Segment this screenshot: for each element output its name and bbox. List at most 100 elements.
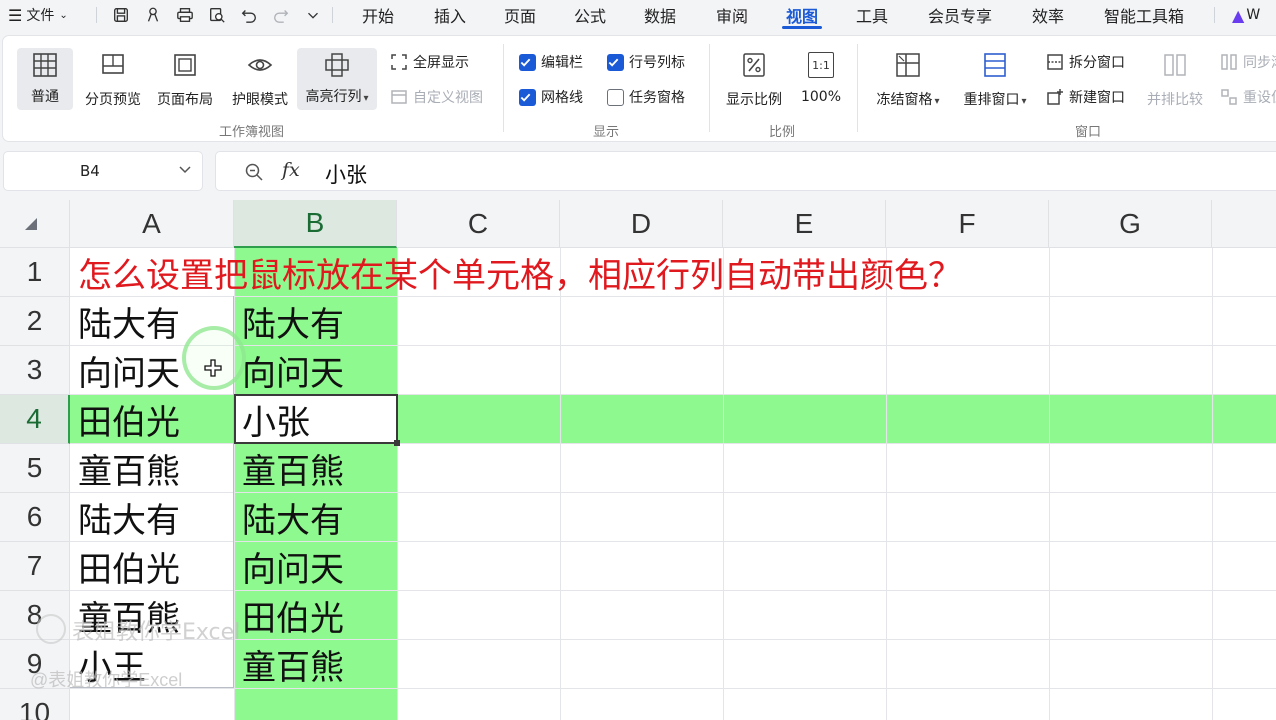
name-box[interactable]: B4 bbox=[3, 151, 203, 191]
menu-bar: ☰ 文件 ⌄ 开始 插入 页面 公式 数据 审阅 视图 工具 会员专享 效率 智… bbox=[0, 0, 1276, 30]
cell-b5[interactable]: 童百熊 bbox=[234, 444, 397, 492]
spreadsheet-grid[interactable]: A B C D E F G 1 2 3 4 5 6 7 8 9 10 怎么设置把… bbox=[0, 200, 1276, 720]
gridlines-label: 网格线 bbox=[541, 90, 583, 106]
tab-tools[interactable]: 工具 bbox=[846, 3, 898, 27]
split-window-button[interactable]: 拆分窗口 bbox=[1045, 52, 1125, 72]
highlight-row-col-button[interactable]: 高亮行列 ▾ bbox=[297, 48, 377, 110]
zoom-ratio-button[interactable]: 显示比例 bbox=[721, 48, 787, 109]
wps-ai-button[interactable]: ▲ W bbox=[1232, 0, 1260, 30]
new-window-label: 新建窗口 bbox=[1069, 90, 1125, 106]
tab-review[interactable]: 审阅 bbox=[706, 3, 758, 27]
select-all-corner[interactable] bbox=[0, 200, 70, 248]
eye-protection-button[interactable]: 护眼模式 bbox=[227, 48, 293, 109]
one-to-one-icon: 1:1 bbox=[804, 48, 838, 82]
new-window-button[interactable]: 新建窗口 bbox=[1045, 87, 1125, 107]
task-pane-checkbox[interactable]: 任务窗格 bbox=[607, 87, 685, 107]
freeze-panes-icon bbox=[891, 48, 925, 82]
watermark-handle: @表姐教你学Excel bbox=[30, 670, 183, 690]
print-icon[interactable] bbox=[174, 4, 196, 26]
page-layout-button[interactable]: 页面布局 bbox=[153, 48, 217, 109]
freeze-panes-button[interactable]: 冻结窗格 ▾ bbox=[869, 48, 947, 109]
reset-position-button[interactable]: 重设位 bbox=[1219, 87, 1276, 107]
cell-b3[interactable]: 向问天 bbox=[234, 346, 397, 394]
column-header-g[interactable]: G bbox=[1049, 200, 1212, 248]
zoom-100-button[interactable]: 1:1 100% bbox=[793, 48, 849, 105]
checkbox-checked-icon bbox=[519, 53, 536, 71]
link-icon[interactable] bbox=[142, 4, 164, 26]
cell-b4[interactable]: 小张 bbox=[234, 395, 397, 443]
zoom-ratio-label: 显示比例 bbox=[726, 92, 782, 108]
row-header-2[interactable]: 2 bbox=[0, 297, 70, 346]
column-header-f[interactable]: F bbox=[886, 200, 1049, 248]
eye-icon bbox=[243, 48, 277, 82]
zoom-out-icon[interactable] bbox=[244, 162, 264, 182]
tab-formula[interactable]: 公式 bbox=[564, 3, 616, 27]
normal-view-label: 普通 bbox=[31, 89, 59, 105]
rearrange-icon bbox=[978, 48, 1012, 82]
column-header-b[interactable]: B bbox=[234, 200, 397, 248]
cell-b8[interactable]: 田伯光 bbox=[234, 591, 397, 639]
fullscreen-button[interactable]: 全屏显示 bbox=[389, 52, 469, 72]
cell-a7[interactable]: 田伯光 bbox=[70, 542, 234, 590]
cell-a4[interactable]: 田伯光 bbox=[70, 395, 234, 443]
page-layout-label: 页面布局 bbox=[157, 92, 213, 108]
row-header-3[interactable]: 3 bbox=[0, 346, 70, 395]
chevron-down-icon[interactable] bbox=[302, 4, 324, 26]
tab-efficiency[interactable]: 效率 bbox=[1022, 3, 1074, 27]
column-header-a[interactable]: A bbox=[70, 200, 234, 248]
row-col-headers-checkbox[interactable]: 行号列标 bbox=[607, 52, 685, 72]
column-header-h[interactable] bbox=[1212, 200, 1276, 248]
task-pane-label: 任务窗格 bbox=[629, 90, 685, 106]
tab-smart-toolbox[interactable]: 智能工具箱 bbox=[1094, 3, 1194, 27]
row-col-headers-label: 行号列标 bbox=[629, 55, 685, 71]
row-header-6[interactable]: 6 bbox=[0, 493, 70, 542]
custom-view-button[interactable]: 自定义视图 bbox=[389, 87, 483, 107]
row-header-1[interactable]: 1 bbox=[0, 248, 70, 297]
tab-view[interactable]: 视图 bbox=[776, 3, 828, 29]
cell-b9[interactable]: 童百熊 bbox=[234, 640, 397, 688]
hamburger-icon: ☰ bbox=[8, 5, 23, 25]
cell-a1-title[interactable]: 怎么设置把鼠标放在某个单元格，相应行列自动带出颜色？ bbox=[78, 248, 962, 296]
split-window-label: 拆分窗口 bbox=[1069, 55, 1125, 71]
column-header-e[interactable]: E bbox=[723, 200, 886, 248]
normal-view-button[interactable]: 普通 bbox=[17, 48, 73, 110]
gridlines-checkbox[interactable]: 网格线 bbox=[519, 87, 583, 107]
tab-insert[interactable]: 插入 bbox=[424, 3, 476, 27]
cell-a5[interactable]: 童百熊 bbox=[70, 444, 234, 492]
cell-b2[interactable]: 陆大有 bbox=[234, 297, 397, 345]
undo-icon[interactable] bbox=[238, 4, 260, 26]
sync-scroll-label: 同步滚 bbox=[1243, 55, 1276, 71]
page-break-preview-button[interactable]: 分页预览 bbox=[79, 48, 147, 109]
formula-bar[interactable]: fx 小张 bbox=[215, 151, 1276, 191]
tab-data[interactable]: 数据 bbox=[634, 3, 686, 27]
redo-icon[interactable] bbox=[270, 4, 292, 26]
row-header-10[interactable]: 10 bbox=[0, 689, 70, 720]
rearrange-label: 重排窗口 bbox=[963, 92, 1020, 108]
chevron-down-icon[interactable] bbox=[178, 162, 192, 176]
tab-page[interactable]: 页面 bbox=[494, 3, 546, 27]
rearrange-windows-button[interactable]: 重排窗口 ▾ bbox=[955, 48, 1035, 109]
file-menu[interactable]: ☰ 文件 ⌄ bbox=[8, 0, 68, 30]
sync-scroll-button[interactable]: 同步滚 bbox=[1219, 52, 1276, 72]
row-header-5[interactable]: 5 bbox=[0, 444, 70, 493]
column-header-d[interactable]: D bbox=[560, 200, 723, 248]
tab-home[interactable]: 开始 bbox=[352, 3, 404, 27]
save-icon[interactable] bbox=[110, 4, 132, 26]
cell-a6[interactable]: 陆大有 bbox=[70, 493, 234, 541]
tab-member[interactable]: 会员专享 bbox=[920, 3, 1000, 27]
cell-b7[interactable]: 向问天 bbox=[234, 542, 397, 590]
cell-b6[interactable]: 陆大有 bbox=[234, 493, 397, 541]
row-header-7[interactable]: 7 bbox=[0, 542, 70, 591]
grid-icon bbox=[28, 48, 62, 82]
chevron-down-icon: ▾ bbox=[1021, 96, 1027, 107]
print-preview-icon[interactable] bbox=[206, 4, 228, 26]
group-label-workbook-view: 工作簿视图 bbox=[219, 125, 285, 140]
fx-icon[interactable]: fx bbox=[282, 159, 300, 181]
group-label-window: 窗口 bbox=[1075, 125, 1102, 140]
row-header-4[interactable]: 4 bbox=[0, 395, 70, 444]
formula-input[interactable]: 小张 bbox=[325, 159, 367, 189]
formula-bar-checkbox[interactable]: 编辑栏 bbox=[519, 52, 583, 72]
column-header-c[interactable]: C bbox=[397, 200, 560, 248]
side-by-side-button[interactable]: 并排比较 bbox=[1143, 48, 1207, 109]
watermark-logo-icon bbox=[36, 614, 66, 644]
